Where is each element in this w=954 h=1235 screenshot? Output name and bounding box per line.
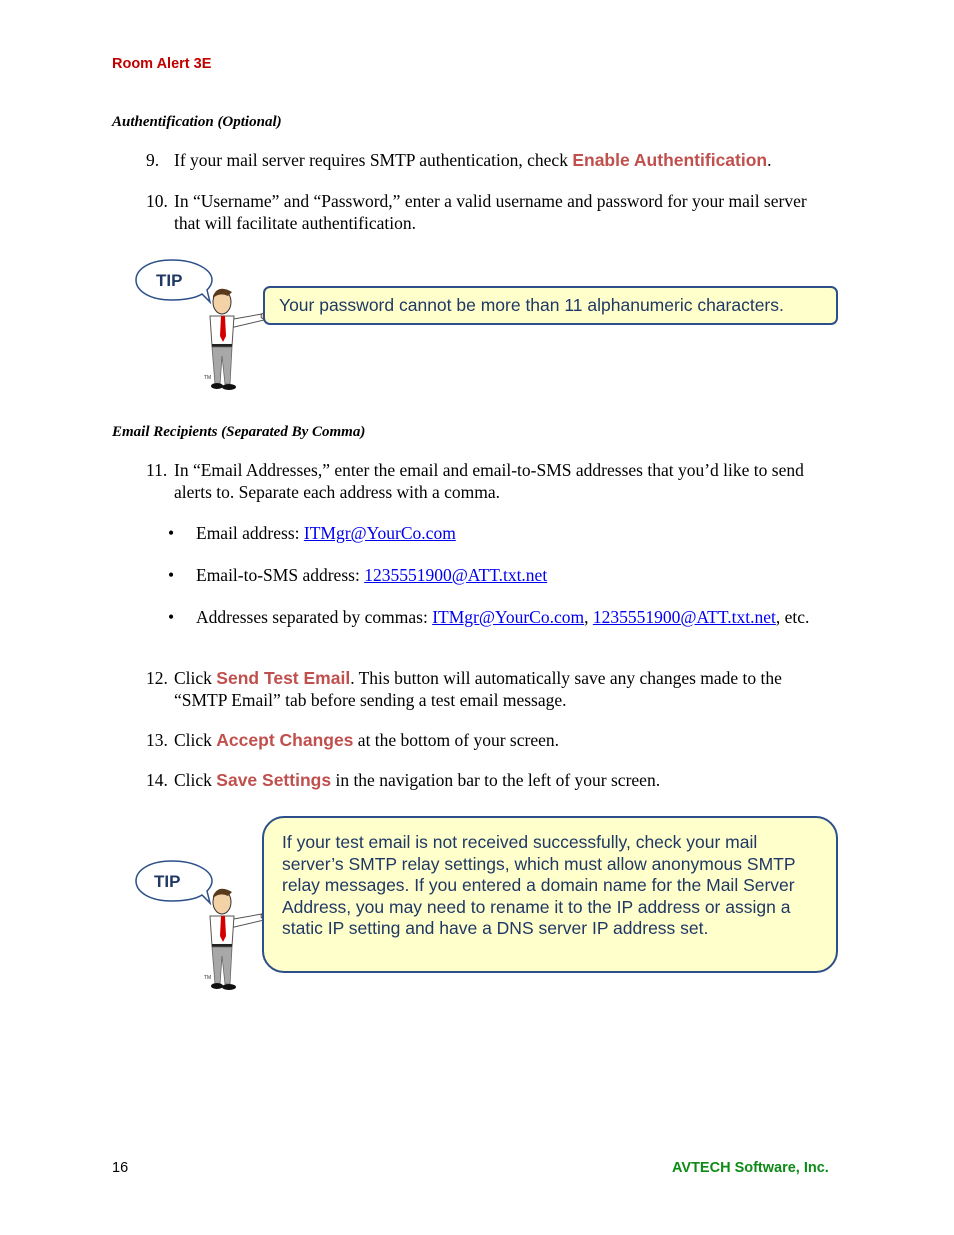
tip-text: If your test email is not received succe…: [282, 832, 796, 938]
enable-authentification-keyword: Enable Authentification: [572, 150, 768, 170]
tip-text: Your password cannot be more than 11 alp…: [279, 295, 784, 315]
bullet-label: Addresses separated by commas:: [196, 607, 433, 627]
step-text: Click: [174, 730, 217, 750]
bullet-dot-icon: •: [168, 607, 175, 627]
step-text: If your mail server requires SMTP authen…: [174, 150, 573, 170]
tip-label: TIP: [154, 872, 180, 891]
tip-box: If your test email is not received succe…: [262, 816, 838, 973]
step-9: 9. If your mail server requires SMTP aut…: [146, 150, 836, 172]
step-text: In “Email Addresses,” enter the email an…: [174, 460, 804, 502]
tip-label: TIP: [156, 271, 182, 290]
accept-changes-keyword: Accept Changes: [216, 730, 354, 750]
tip-box: Your password cannot be more than 11 alp…: [263, 286, 838, 325]
step-text: Click: [174, 668, 217, 688]
comma-separator: ,: [584, 607, 593, 627]
email-link[interactable]: ITMgr@YourCo.com: [304, 523, 456, 543]
step-12: 12. Click Send Test Email. This button w…: [146, 668, 836, 711]
section-heading-email-recipients: Email Recipients (Separated By Comma): [112, 424, 366, 440]
bullet-label: Email address:: [196, 523, 304, 543]
step-number: 14.: [146, 770, 168, 790]
step-11: 11. In “Email Addresses,” enter the emai…: [146, 460, 836, 503]
step-text: In “Username” and “Password,” enter a va…: [174, 191, 807, 233]
step-number: 9.: [146, 150, 160, 170]
email-link[interactable]: ITMgr@YourCo.com: [432, 607, 584, 627]
step-number: 12.: [146, 668, 168, 688]
bullet-label: Email-to-SMS address:: [196, 565, 365, 585]
sms-email-link[interactable]: 1235551900@ATT.txt.net: [593, 607, 776, 627]
send-test-email-keyword: Send Test Email: [216, 668, 351, 688]
sms-email-link[interactable]: 1235551900@ATT.txt.net: [364, 565, 547, 585]
step-text-end: at the bottom of your screen.: [353, 730, 559, 750]
bullet-email-address: • Email address: ITMgr@YourCo.com: [168, 523, 838, 545]
svg-text:TM: TM: [204, 375, 211, 381]
step-13: 13. Click Accept Changes at the bottom o…: [146, 730, 836, 752]
tip-man-figure-icon: TM: [204, 288, 268, 390]
footer-company-name: AVTECH Software, Inc.: [672, 1160, 829, 1176]
save-settings-keyword: Save Settings: [216, 770, 332, 790]
step-text-end: in the navigation bar to the left of you…: [331, 770, 661, 790]
page-number: 16: [112, 1160, 129, 1176]
bullet-addresses-comma: • Addresses separated by commas: ITMgr@Y…: [168, 607, 838, 629]
step-14: 14. Click Save Settings in the navigatio…: [146, 770, 836, 792]
step-number: 13.: [146, 730, 168, 750]
document-header-title: Room Alert 3E: [112, 56, 212, 72]
section-heading-authentification: Authentification (Optional): [112, 114, 282, 130]
step-text: Click: [174, 770, 217, 790]
svg-text:TM: TM: [204, 975, 211, 981]
bullet-dot-icon: •: [168, 523, 175, 543]
step-number: 10.: [146, 191, 168, 211]
step-number: 11.: [146, 460, 168, 480]
bullet-dot-icon: •: [168, 565, 175, 585]
bullet-suffix: , etc.: [775, 607, 810, 627]
step-10: 10. In “Username” and “Password,” enter …: [146, 191, 836, 234]
bullet-sms-address: • Email-to-SMS address: 1235551900@ATT.t…: [168, 565, 838, 587]
step-text-end: .: [767, 150, 772, 170]
tip-man-figure-icon: TM: [204, 888, 268, 990]
